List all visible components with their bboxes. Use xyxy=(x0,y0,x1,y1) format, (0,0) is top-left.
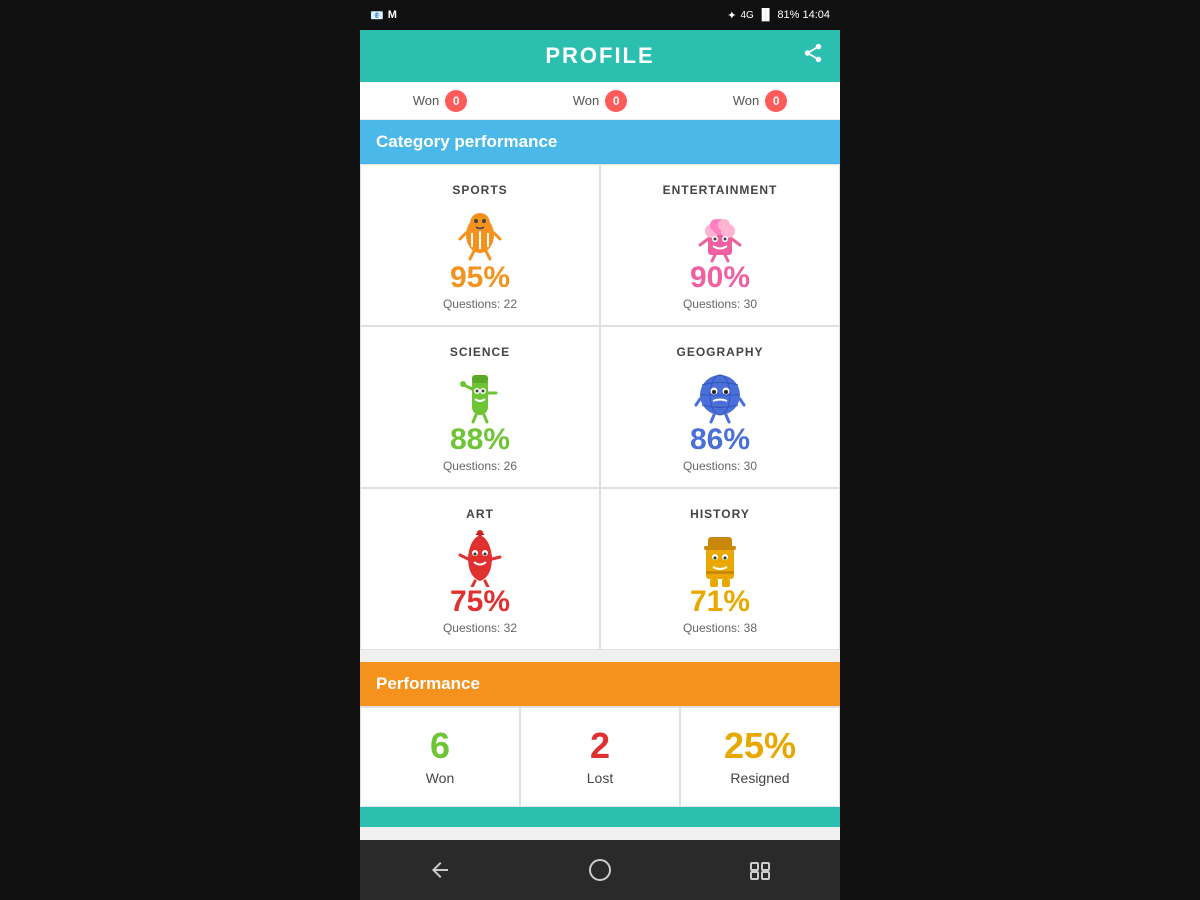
science-questions: Questions: 26 xyxy=(443,459,517,473)
won-badge-2: 0 xyxy=(605,90,627,112)
bottom-nav xyxy=(360,840,840,900)
won-item-3: Won 0 xyxy=(733,90,788,112)
network-icon: 4G xyxy=(740,10,753,21)
phone-frame: 📧 M ✦ 4G ▐▌ 81% 14:04 PROFILE Won 0 xyxy=(360,0,840,900)
signal-icon: ▐▌ xyxy=(758,9,774,21)
lost-label: Lost xyxy=(587,770,613,786)
won-item-2: Won 0 xyxy=(573,90,628,112)
history-mascot xyxy=(690,527,750,587)
home-button[interactable] xyxy=(570,850,630,890)
category-geography: GEOGRAPHY xyxy=(600,326,840,488)
app-title: PROFILE xyxy=(545,43,654,69)
sports-name: SPORTS xyxy=(452,183,507,197)
category-science: SCIENCE xyxy=(360,326,600,488)
bottom-teal-bar xyxy=(360,807,840,827)
won-label-2: Won xyxy=(573,93,600,108)
gmail-icon: M xyxy=(388,9,397,21)
entertainment-percent: 90% xyxy=(690,263,750,293)
resigned-value: 25% xyxy=(724,728,796,764)
won-value: 6 xyxy=(430,728,450,764)
category-sports: SPORTS xyxy=(360,164,600,326)
performance-resigned: 25% Resigned xyxy=(680,707,840,807)
performance-won: 6 Won xyxy=(360,707,520,807)
category-history: HISTORY xyxy=(600,488,840,650)
science-mascot xyxy=(450,365,510,425)
share-icon[interactable] xyxy=(802,42,824,70)
category-grid: SPORTS xyxy=(360,164,840,650)
entertainment-name: ENTERTAINMENT xyxy=(663,183,778,197)
status-bar: 📧 M ✦ 4G ▐▌ 81% 14:04 xyxy=(360,0,840,30)
won-label-3: Won xyxy=(733,93,760,108)
art-name: ART xyxy=(466,507,494,521)
geography-percent: 86% xyxy=(690,425,750,455)
won-badge-1: 0 xyxy=(445,90,467,112)
won-item-1: Won 0 xyxy=(413,90,468,112)
recents-button[interactable] xyxy=(730,850,790,890)
art-percent: 75% xyxy=(450,587,510,617)
category-entertainment: ENTERTAINMENT xyxy=(600,164,840,326)
geography-name: GEOGRAPHY xyxy=(676,345,763,359)
status-right: ✦ 4G ▐▌ 81% 14:04 xyxy=(727,9,830,22)
science-percent: 88% xyxy=(450,425,510,455)
performance-grid: 6 Won 2 Lost 25% Resigned xyxy=(360,706,840,807)
app-header: PROFILE xyxy=(360,30,840,82)
battery-percent: 81% 14:04 xyxy=(777,9,830,21)
scroll-content[interactable]: Category performance SPORTS xyxy=(360,120,840,840)
art-mascot xyxy=(450,527,510,587)
won-badge-3: 0 xyxy=(765,90,787,112)
performance-header: Performance xyxy=(360,662,840,706)
back-button[interactable] xyxy=(410,850,470,890)
art-questions: Questions: 32 xyxy=(443,621,517,635)
performance-title: Performance xyxy=(376,674,480,693)
status-left: 📧 M xyxy=(370,9,397,22)
category-art: ART xyxy=(360,488,600,650)
category-performance-title: Category performance xyxy=(376,132,557,151)
email-icon: 📧 xyxy=(370,9,384,22)
sports-mascot xyxy=(450,203,510,263)
entertainment-mascot xyxy=(690,203,750,263)
entertainment-questions: Questions: 30 xyxy=(683,297,757,311)
history-questions: Questions: 38 xyxy=(683,621,757,635)
bluetooth-icon: ✦ xyxy=(727,9,736,22)
geography-questions: Questions: 30 xyxy=(683,459,757,473)
sports-percent: 95% xyxy=(450,263,510,293)
category-performance-header: Category performance xyxy=(360,120,840,164)
won-label-1: Won xyxy=(413,93,440,108)
won-strip: Won 0 Won 0 Won 0 xyxy=(360,82,840,120)
resigned-label: Resigned xyxy=(730,770,789,786)
sports-questions: Questions: 22 xyxy=(443,297,517,311)
geography-mascot xyxy=(690,365,750,425)
won-label: Won xyxy=(426,770,455,786)
science-name: SCIENCE xyxy=(450,345,510,359)
performance-lost: 2 Lost xyxy=(520,707,680,807)
lost-value: 2 xyxy=(590,728,610,764)
history-name: HISTORY xyxy=(690,507,750,521)
history-percent: 71% xyxy=(690,587,750,617)
